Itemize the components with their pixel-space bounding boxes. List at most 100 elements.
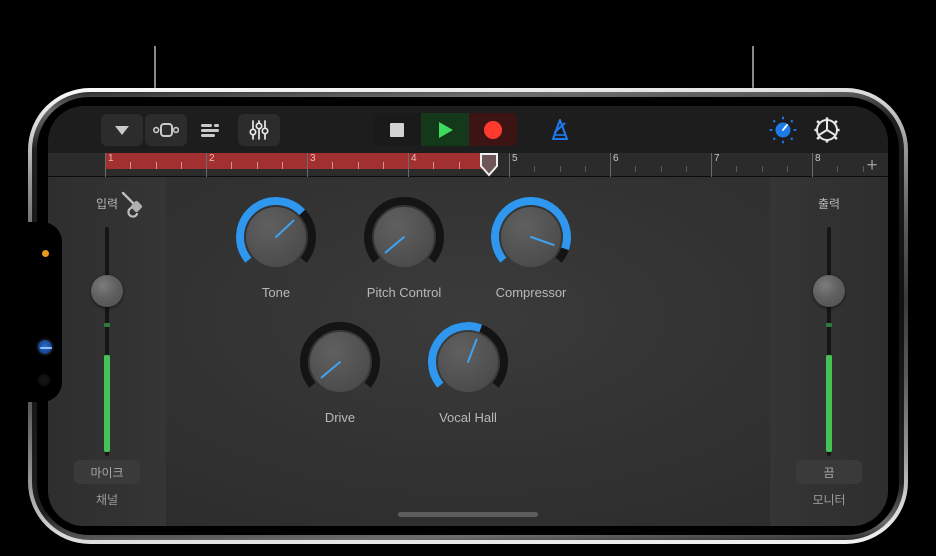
ruler-beat-tick: [382, 162, 384, 169]
knob-pitch-control[interactable]: Pitch Control: [352, 195, 456, 300]
monitor-toggle-button[interactable]: 끔: [796, 460, 862, 484]
knob-graphic-compressor: [491, 197, 571, 267]
screenshot-stage: 12345678 + 입력 마이크 채널 Tone Pitch Control …: [0, 0, 936, 556]
ruler-beat-tick: [635, 166, 637, 172]
add-track-button[interactable]: +: [860, 154, 884, 176]
metronome-icon: [552, 118, 568, 140]
input-level-meter: [104, 355, 110, 452]
navigation-chevron-button[interactable]: [101, 113, 143, 146]
knob-label-drive: Drive: [324, 410, 356, 425]
knob-label-tone: Tone: [261, 285, 291, 300]
stop-button[interactable]: [373, 113, 421, 146]
microphone-plug-icon: [121, 191, 143, 218]
knob-drive[interactable]: Drive: [288, 320, 392, 425]
knob-label-compressor: Compressor: [495, 285, 567, 300]
play-icon: [439, 121, 453, 138]
knob-dial-tone[interactable]: [234, 195, 318, 279]
play-button[interactable]: [421, 113, 469, 146]
input-channel-strip: 입력 마이크 채널: [48, 177, 166, 526]
track-view-button[interactable]: [145, 113, 187, 146]
output-fader-thumb[interactable]: [813, 275, 845, 307]
ruler-bar-number: 6: [613, 153, 619, 164]
ruler-beat-tick: [281, 162, 283, 169]
mixer-button[interactable]: [238, 113, 280, 146]
home-indicator: [398, 512, 538, 517]
mixer-sliders-icon: [249, 119, 269, 140]
ruler-beat-tick: [256, 162, 258, 169]
ruler-bar-number: 1: [108, 153, 114, 164]
chevron-down-icon: [115, 125, 129, 135]
timeline-ruler[interactable]: 1 2 3 4 5 6 7 8 +: [48, 153, 888, 177]
knob-dial-vocal-hall[interactable]: [426, 320, 510, 404]
knob-tone[interactable]: Tone: [224, 195, 328, 300]
ruler-beat-tick: [231, 162, 233, 169]
knob-vocal-hall[interactable]: Vocal Hall: [416, 320, 520, 425]
controls-knob-icon: [769, 116, 797, 143]
front-camera-icon: [36, 338, 54, 356]
ruler-bar-number: 5: [512, 153, 518, 164]
iphone-device-frame: 12345678 + 입력 마이크 채널 Tone Pitch Control …: [28, 88, 908, 544]
plugin-controls-area: 입력 마이크 채널 Tone Pitch Control Compressor …: [48, 177, 888, 526]
knob-label-vocal-hall: Vocal Hall: [439, 410, 497, 425]
knob-graphic-tone: [236, 197, 316, 267]
input-source-button[interactable]: 마이크: [74, 460, 140, 484]
knob-label-pitch-control: Pitch Control: [366, 285, 442, 300]
output-level-meter: [826, 355, 832, 452]
ruler-beat-tick: [155, 162, 157, 169]
monitor-sublabel: 모니터: [812, 493, 846, 507]
knob-graphic-drive: [300, 322, 380, 392]
earpiece-speaker: [38, 374, 50, 386]
knob-graphic-pitch-control: [364, 197, 444, 267]
cycle-region[interactable]: [105, 153, 489, 169]
record-button[interactable]: [469, 113, 517, 146]
output-label: 출력: [817, 197, 841, 211]
ruler-beat-tick: [584, 166, 586, 172]
output-fader-notch: [826, 323, 832, 327]
toolbar-left-group: [100, 113, 281, 146]
ruler-beat-tick: [685, 166, 687, 172]
ruler-bar-number: 3: [310, 153, 316, 164]
settings-button[interactable]: [806, 114, 848, 146]
ruler-bar-number: 8: [815, 153, 821, 164]
ruler-bar-number: 7: [714, 153, 720, 164]
gear-icon: [814, 116, 840, 143]
knob-compressor[interactable]: Compressor: [479, 195, 583, 300]
controls-button[interactable]: [762, 114, 804, 146]
knob-grid: Tone Pitch Control Compressor Drive Voca…: [166, 177, 770, 526]
input-fader-notch: [104, 323, 110, 327]
transport-controls: [373, 113, 517, 146]
ruler-bar-number: 2: [209, 153, 215, 164]
track-view-icon: [153, 122, 179, 137]
ruler-beat-tick: [660, 166, 662, 172]
input-fader-thumb[interactable]: [91, 275, 123, 307]
record-icon: [484, 120, 502, 139]
garageband-app: 12345678 + 입력 마이크 채널 Tone Pitch Control …: [48, 106, 888, 526]
knob-dial-pitch-control[interactable]: [362, 195, 446, 279]
knob-graphic-vocal-hall: [428, 322, 508, 392]
metronome-button[interactable]: [539, 114, 581, 146]
knob-dial-compressor[interactable]: [489, 195, 573, 279]
ruler-beat-tick: [559, 166, 561, 172]
playhead[interactable]: [478, 153, 500, 177]
ruler-beat-tick: [761, 166, 763, 172]
ruler-beat-tick: [180, 162, 182, 169]
device-notch: [28, 222, 62, 402]
ruler-beat-tick: [130, 162, 132, 169]
status-indicator-dot: [42, 250, 49, 257]
track-list-button[interactable]: [189, 114, 231, 146]
ruler-beat-tick: [837, 166, 839, 172]
ruler-beat-tick: [458, 162, 460, 169]
knob-dial-drive[interactable]: [298, 320, 382, 404]
ruler-beat-tick: [357, 162, 359, 169]
output-fader[interactable]: [806, 227, 852, 456]
ruler-beat-tick: [433, 162, 435, 169]
input-channel-sublabel: 채널: [95, 493, 119, 507]
device-screen: 12345678 + 입력 마이크 채널 Tone Pitch Control …: [48, 106, 888, 526]
output-channel-strip: 출력 끔 모니터: [770, 177, 888, 526]
list-icon: [201, 123, 219, 137]
input-fader[interactable]: [84, 227, 130, 456]
ruler-beat-tick: [786, 166, 788, 172]
input-microphone-icon[interactable]: [118, 189, 152, 228]
playhead-icon: [479, 153, 498, 177]
toolbar: [48, 106, 888, 153]
